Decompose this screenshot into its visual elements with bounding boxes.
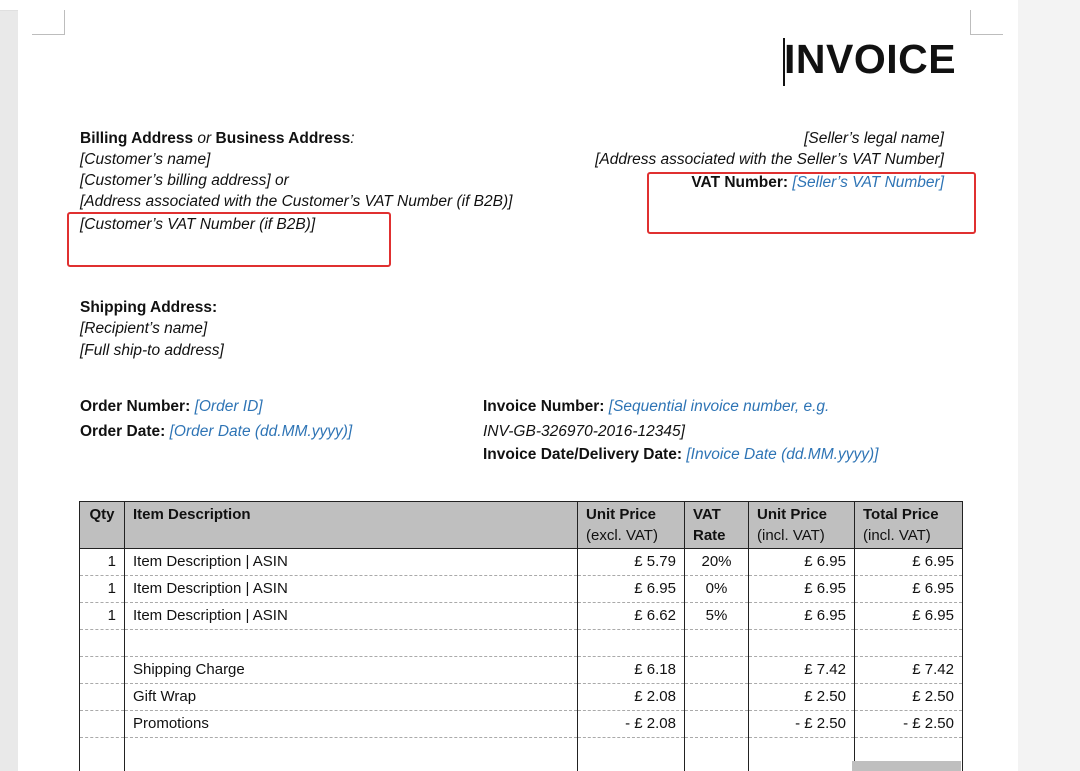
cell-unit-price-incl[interactable]: £ 6.95	[748, 575, 855, 603]
col-header-unit-price-incl[interactable]: Unit Price (incl. VAT)	[748, 501, 855, 549]
table-row: 1 Item Description | ASIN £ 6.62 5% £ 6.…	[79, 602, 963, 630]
invoice-items-table: Qty Item Description Unit Price (excl. VA…	[79, 501, 963, 771]
order-number-label: Order Number:	[80, 398, 191, 415]
order-date-line[interactable]: Order Date: [Order Date (dd.MM.yyyy)]	[80, 421, 352, 442]
cell-unit-price-excl[interactable]: £ 6.95	[577, 575, 685, 603]
workspace-margin	[1018, 0, 1080, 771]
cell-empty[interactable]	[684, 656, 749, 684]
col-header-total-price[interactable]: Total Price (incl. VAT)	[854, 501, 963, 549]
cell-unit-price-excl[interactable]: £ 2.08	[577, 683, 685, 711]
cell-unit-price-excl[interactable]: - £ 2.08	[577, 710, 685, 738]
margin-corner-mark	[32, 34, 65, 35]
cell-total-price[interactable]: £ 6.95	[854, 548, 963, 576]
recipient-name-field[interactable]: [Recipient’s name]	[80, 318, 207, 339]
customer-billing-address-field[interactable]: [Customer’s billing address] or	[80, 170, 289, 191]
order-date-label: Order Date:	[80, 423, 166, 440]
col-header-qty[interactable]: Qty	[79, 501, 125, 549]
cell-unit-price-incl[interactable]: £ 2.50	[748, 683, 855, 711]
cell-empty[interactable]	[124, 737, 578, 771]
cell-empty[interactable]	[124, 629, 578, 657]
order-number-line[interactable]: Order Number: [Order ID]	[80, 396, 263, 417]
cell-description[interactable]: Gift Wrap	[124, 683, 578, 711]
cell-unit-price-incl[interactable]: £ 6.95	[748, 602, 855, 630]
cell-empty[interactable]	[684, 737, 749, 771]
cell-vat-rate[interactable]: 0%	[684, 575, 749, 603]
cell-empty[interactable]	[748, 629, 855, 657]
cell-description[interactable]: Item Description | ASIN	[124, 548, 578, 576]
cell-description[interactable]: Item Description | ASIN	[124, 602, 578, 630]
cell-unit-price-incl[interactable]: £ 7.42	[748, 656, 855, 684]
cell-total-price[interactable]: £ 7.42	[854, 656, 963, 684]
cell-total-price[interactable]: - £ 2.50	[854, 710, 963, 738]
table-row-charge: Promotions - £ 2.08 - £ 2.50 - £ 2.50	[79, 710, 963, 738]
invoice-date-label: Invoice Date/Delivery Date:	[483, 446, 683, 463]
cell-total-price[interactable]: £ 6.95	[854, 602, 963, 630]
margin-corner-mark	[970, 10, 971, 34]
seller-vat-highlight-box	[647, 172, 976, 234]
cell-unit-price-excl[interactable]: £ 6.18	[577, 656, 685, 684]
table-row-charge: Shipping Charge £ 6.18 £ 7.42 £ 7.42	[79, 656, 963, 684]
seller-legal-name-field[interactable]: [Seller’s legal name]	[804, 128, 944, 149]
billing-heading-or: or	[197, 130, 212, 147]
cell-description[interactable]: Item Description | ASIN	[124, 575, 578, 603]
cell-total-price[interactable]: £ 2.50	[854, 683, 963, 711]
cell-description[interactable]: Promotions	[124, 710, 578, 738]
cell-empty[interactable]	[79, 656, 125, 684]
cell-total-price[interactable]: £ 6.95	[854, 575, 963, 603]
cell-empty[interactable]	[577, 629, 685, 657]
billing-heading[interactable]: Billing Address or Business Address:	[80, 128, 355, 149]
table-row-empty	[79, 629, 963, 657]
cell-vat-rate[interactable]: 5%	[684, 602, 749, 630]
col-header-description[interactable]: Item Description	[124, 501, 578, 549]
table-row: 1 Item Description | ASIN £ 5.79 20% £ 6…	[79, 548, 963, 576]
col-header-unit-price-excl[interactable]: Unit Price (excl. VAT)	[577, 501, 685, 549]
cell-empty[interactable]	[79, 683, 125, 711]
cell-description[interactable]: Shipping Charge	[124, 656, 578, 684]
cell-empty[interactable]	[748, 737, 855, 771]
shipping-heading[interactable]: Shipping Address:	[80, 297, 217, 318]
cell-empty[interactable]	[79, 710, 125, 738]
invoice-number-field: [Sequential invoice number, e.g.	[608, 398, 830, 415]
invoice-number-label: Invoice Number:	[483, 398, 605, 415]
invoice-date-line[interactable]: Invoice Date/Delivery Date: [Invoice Dat…	[483, 444, 878, 465]
customer-vat-highlight-box	[67, 212, 391, 267]
cell-empty[interactable]	[854, 629, 963, 657]
invoice-number-line[interactable]: Invoice Number: [Sequential invoice numb…	[483, 396, 829, 417]
business-heading-label: Business Address	[215, 130, 351, 147]
invoice-date-field: [Invoice Date (dd.MM.yyyy)]	[686, 446, 879, 463]
cell-vat-rate[interactable]: 20%	[684, 548, 749, 576]
ship-to-address-field[interactable]: [Full ship-to address]	[80, 340, 224, 361]
order-number-field: [Order ID]	[194, 398, 263, 415]
col-header-vat-rate[interactable]: VAT Rate	[684, 501, 749, 549]
margin-corner-mark	[64, 10, 65, 34]
cell-empty[interactable]	[684, 683, 749, 711]
invoice-title[interactable]: INVOICE	[784, 36, 956, 83]
billing-heading-label: Billing Address	[80, 130, 194, 147]
order-date-field: [Order Date (dd.MM.yyyy)]	[169, 423, 353, 440]
cell-empty[interactable]	[684, 710, 749, 738]
cell-empty[interactable]	[79, 737, 125, 771]
cell-qty[interactable]: 1	[79, 548, 125, 576]
cell-empty[interactable]	[79, 629, 125, 657]
cell-qty[interactable]: 1	[79, 602, 125, 630]
cell-unit-price-incl[interactable]: £ 6.95	[748, 548, 855, 576]
customer-name-field[interactable]: [Customer’s name]	[80, 149, 210, 170]
table-row: 1 Item Description | ASIN £ 6.95 0% £ 6.…	[79, 575, 963, 603]
cell-empty[interactable]	[577, 737, 685, 771]
cell-empty[interactable]	[684, 629, 749, 657]
cell-unit-price-excl[interactable]: £ 6.62	[577, 602, 685, 630]
invoice-number-field-cont[interactable]: INV-GB-326970-2016-12345]	[483, 421, 685, 442]
cell-unit-price-incl[interactable]: - £ 2.50	[748, 710, 855, 738]
cell-qty[interactable]: 1	[79, 575, 125, 603]
table-header-row: Qty Item Description Unit Price (excl. VA…	[79, 501, 963, 549]
total-cell-shading	[852, 761, 961, 771]
customer-vat-address-field[interactable]: [Address associated with the Customer’s …	[80, 191, 512, 212]
table-row-charge: Gift Wrap £ 2.08 £ 2.50 £ 2.50	[79, 683, 963, 711]
table-row-empty	[79, 737, 963, 771]
cell-unit-price-excl[interactable]: £ 5.79	[577, 548, 685, 576]
document-page: INVOICE Billing Address or Business Addr…	[18, 0, 1018, 771]
seller-address-field[interactable]: [Address associated with the Seller’s VA…	[595, 149, 944, 170]
billing-heading-colon: :	[350, 130, 355, 147]
margin-corner-mark	[970, 34, 1003, 35]
